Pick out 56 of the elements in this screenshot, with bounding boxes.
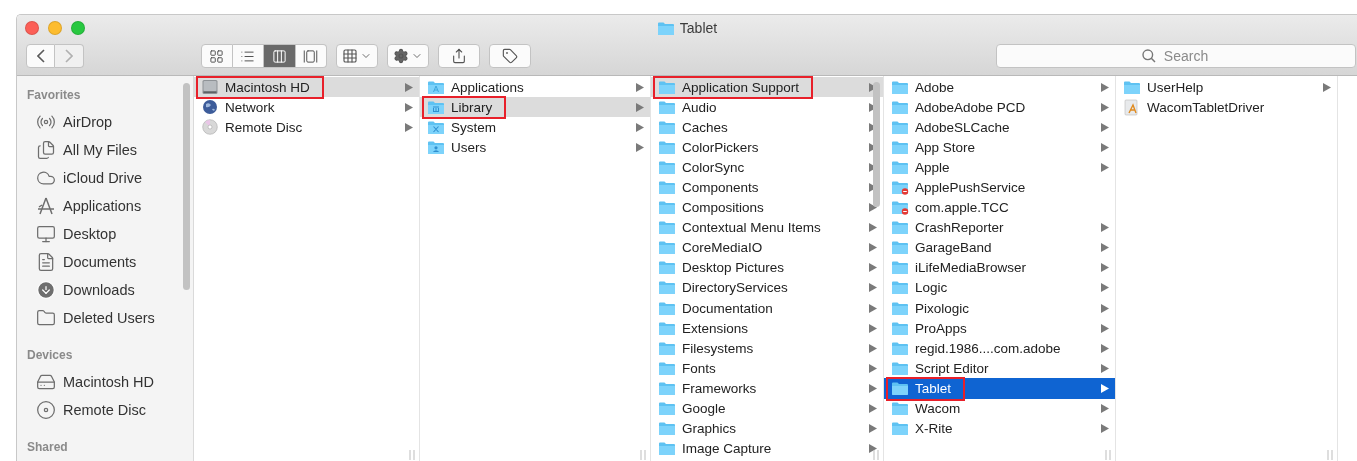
- file-row[interactable]: CrashReporter: [884, 217, 1115, 238]
- file-row[interactable]: Desktop Pictures: [651, 257, 883, 278]
- sidebar-item[interactable]: Desktop: [17, 220, 193, 248]
- file-row[interactable]: CoreMediaIO: [651, 237, 883, 258]
- file-row[interactable]: AdobeAdobe PCD: [884, 97, 1115, 118]
- window-title: Tablet: [679, 20, 718, 36]
- file-row[interactable]: Image Capture: [651, 438, 883, 459]
- file-row[interactable]: GarageBand: [884, 237, 1115, 258]
- file-row[interactable]: Contextual Menu Items: [651, 217, 883, 238]
- file-row[interactable]: System: [420, 117, 650, 138]
- file-row[interactable]: Documentation: [651, 298, 883, 319]
- sidebar-section-header: Favorites: [26, 87, 82, 104]
- file-row[interactable]: UserHelp: [1116, 77, 1337, 98]
- file-row[interactable]: Application Support: [651, 77, 883, 98]
- sidebar-item[interactable]: AirDrop: [17, 108, 193, 136]
- file-row[interactable]: ProApps: [884, 318, 1115, 339]
- sidebar-item[interactable]: Documents: [17, 248, 193, 276]
- file-row[interactable]: X-Rite: [884, 418, 1115, 439]
- file-row[interactable]: Graphics: [651, 418, 883, 439]
- file-row[interactable]: com.apple.TCC: [884, 197, 1115, 218]
- file-row[interactable]: Apple: [884, 157, 1115, 178]
- file-row[interactable]: Pixologic: [884, 298, 1115, 319]
- sidebar-item[interactable]: All My Files: [17, 136, 193, 164]
- sidebar-item[interactable]: Deleted Users: [17, 304, 193, 332]
- file-row[interactable]: Library: [420, 97, 650, 118]
- file-row[interactable]: Frameworks: [651, 378, 883, 399]
- file-row[interactable]: Extensions: [651, 318, 883, 339]
- sidebar-section-header: Devices: [26, 347, 74, 364]
- sidebar-item[interactable]: Applications: [17, 192, 193, 220]
- file-row[interactable]: ApplePushService: [884, 177, 1115, 198]
- file-row[interactable]: DirectoryServices: [651, 277, 883, 299]
- file-row[interactable]: regid.1986....com.adobe: [884, 338, 1115, 359]
- file-row[interactable]: iLifeMediaBrowser: [884, 257, 1115, 278]
- search-field[interactable]: Search: [996, 44, 1356, 68]
- sidebar-item[interactable]: Downloads: [17, 276, 193, 304]
- file-row[interactable]: Script Editor: [884, 358, 1115, 379]
- sidebar-item[interactable]: iCloud Drive: [17, 164, 193, 192]
- file-row[interactable]: Applications: [420, 77, 650, 98]
- file-row[interactable]: Logic: [884, 277, 1115, 299]
- file-row[interactable]: WacomTabletDriver: [1116, 97, 1337, 118]
- file-row[interactable]: Compositions: [651, 197, 883, 218]
- file-row[interactable]: Tablet: [884, 378, 1115, 399]
- file-row[interactable]: Remote Disc: [194, 117, 419, 138]
- file-row[interactable]: AdobeSLCache: [884, 117, 1115, 138]
- file-row[interactable]: Network: [194, 97, 419, 118]
- file-row[interactable]: App Store: [884, 137, 1115, 158]
- sidebar-item[interactable]: Macintosh HD: [17, 368, 193, 396]
- file-row[interactable]: Filesystems: [651, 338, 883, 359]
- file-row[interactable]: Google: [651, 398, 883, 419]
- file-row[interactable]: Adobe: [884, 77, 1115, 98]
- file-row[interactable]: Users: [420, 137, 650, 158]
- file-row[interactable]: Fonts: [651, 358, 883, 379]
- sidebar-section-header: Shared: [26, 439, 69, 456]
- file-row[interactable]: Macintosh HD: [194, 77, 419, 98]
- sidebar-item[interactable]: Remote Disc: [17, 396, 193, 424]
- file-row[interactable]: Wacom: [884, 398, 1115, 419]
